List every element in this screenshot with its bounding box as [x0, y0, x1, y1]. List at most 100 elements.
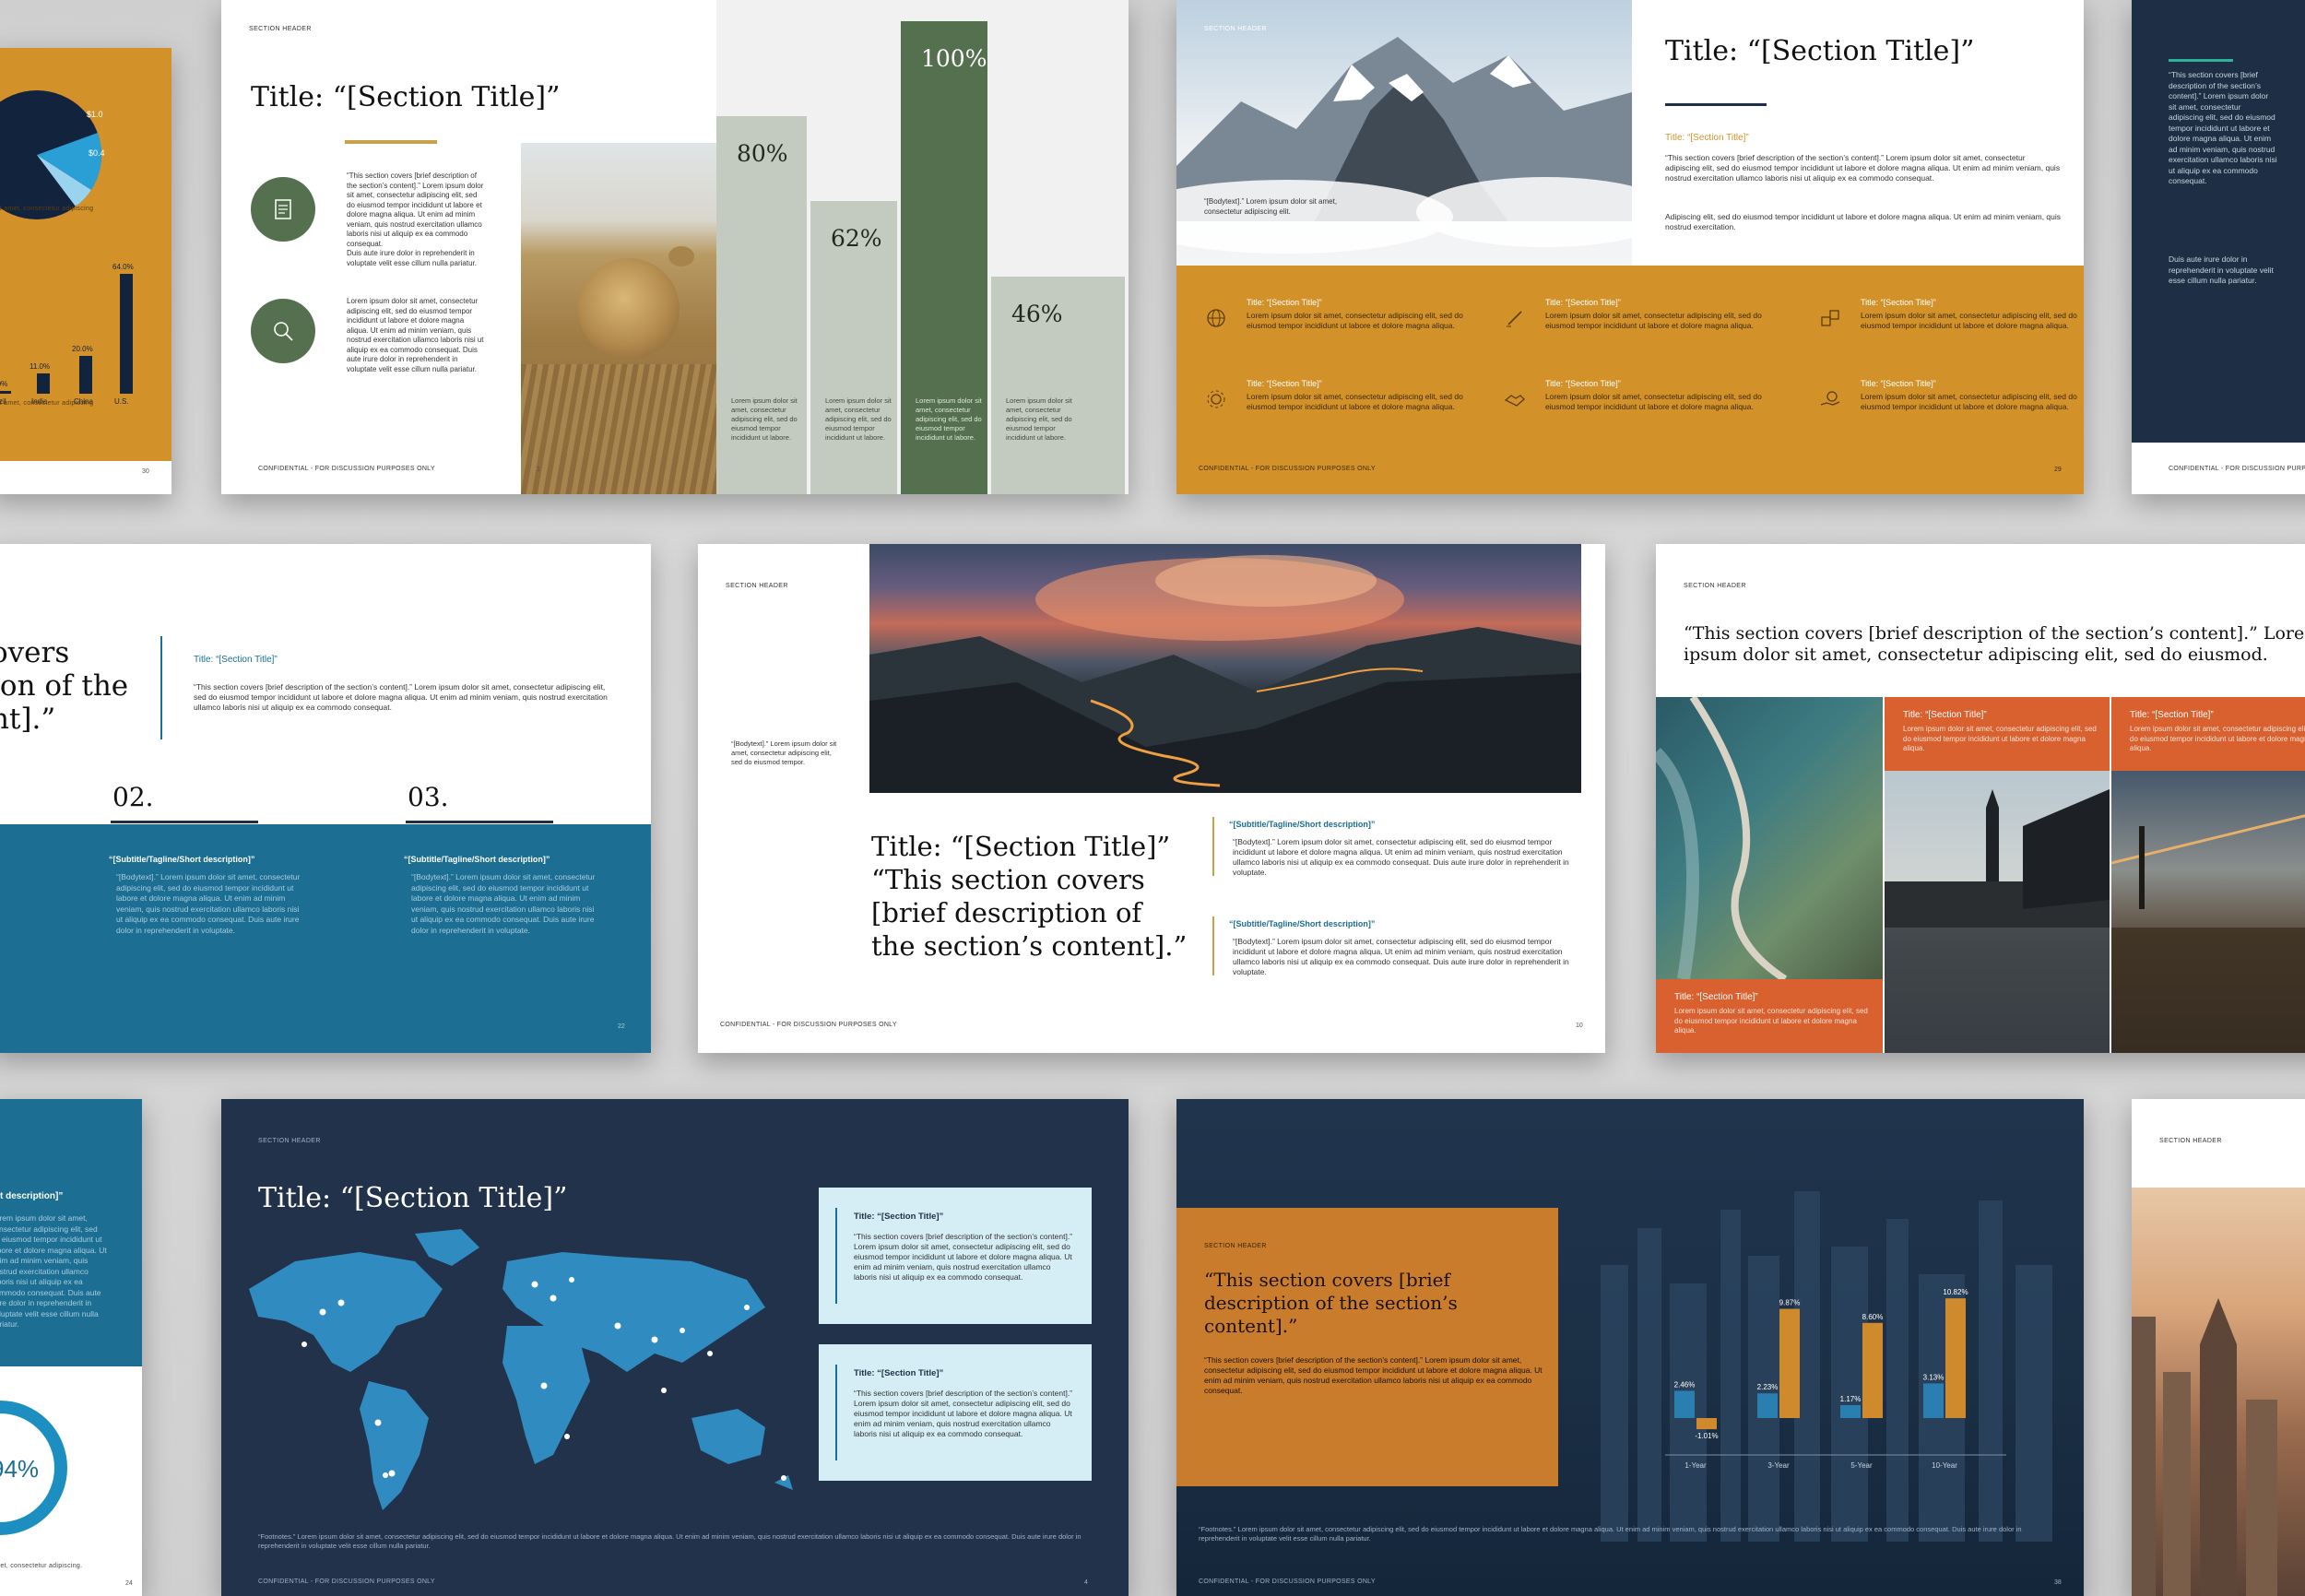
- feature-text-2: Lorem ipsum dolor sit amet, consectetur …: [347, 297, 484, 373]
- donut-percent: 94%: [0, 1455, 40, 1483]
- section-header: SECTION HEADER: [258, 1138, 321, 1144]
- slide-numbered-steps: overs ion of the nt].” Title: “[Section …: [0, 544, 651, 1053]
- bar-label-3: 64.0%: [112, 263, 134, 271]
- slide-donut-stat: ort description]” Lorem ipsum dolor sit …: [0, 1099, 142, 1596]
- column-value-label: 100%: [921, 45, 987, 72]
- column-value-label: 46%: [1011, 301, 1063, 328]
- feature-text: Lorem ipsum dolor sit amet, consectetur …: [1545, 311, 1762, 330]
- body-2: “[Bodytext].” Lorem ipsum dolor sit amet…: [1233, 937, 1569, 976]
- slide-title: Title: “[Section Title]” “This section c…: [871, 831, 1188, 962]
- bar-1: [37, 372, 50, 394]
- quote-panel: SECTION HEADER “This section covers [bri…: [1176, 1208, 1558, 1486]
- slide-city-grid: SECTION HEADER “This section covers [bri…: [1656, 544, 2305, 1053]
- section-header: SECTION HEADER: [1204, 26, 1267, 32]
- bar-value-label: 2.23%: [1757, 1383, 1779, 1391]
- page-number: 38: [2054, 1579, 2062, 1586]
- feature-title: Title: “[Section Title]”: [1545, 379, 1621, 388]
- page-number: 24: [125, 1580, 133, 1587]
- feature-text: Lorem ipsum dolor sit amet, consectetur …: [1545, 392, 1762, 411]
- bar-2: [79, 356, 92, 394]
- slide-city-sunset: SECTION HEADER: [2132, 1099, 2305, 1596]
- pie-label-2: $0.4: [89, 148, 105, 158]
- footer-confidential: CONFIDENTIAL - FOR DISCUSSION PURPOSES O…: [720, 1022, 897, 1028]
- tagline-1: “[Subtitle/Tagline/Short description]”: [1229, 820, 1376, 829]
- slide-title: Title: “[Section Title]”: [258, 1182, 568, 1214]
- accent-rule: [345, 140, 437, 144]
- slide-percentage-columns: SECTION HEADER Title: “[Section Title]” …: [221, 0, 1129, 494]
- feature-text: Lorem ipsum dolor sit amet, consectetur …: [1861, 392, 2077, 411]
- slide-navy-sidebar: “This section covers [brief description …: [2132, 0, 2305, 494]
- pie-caption: sit amet, consectetur adipiscing: [0, 206, 94, 212]
- bar-value-label: -1.01%: [1695, 1432, 1718, 1440]
- bar-3: [120, 274, 133, 394]
- page-number: 29: [2054, 467, 2062, 473]
- bar-5-Year-s0: [1840, 1404, 1861, 1418]
- tagline-2: “[Subtitle/Tagline/Short description]”: [1229, 919, 1376, 928]
- bar-1-Year-s1: [1696, 1418, 1717, 1430]
- footer-confidential: CONFIDENTIAL - FOR DISCUSSION PURPOSES O…: [258, 1578, 435, 1585]
- winding-road-photo: [869, 544, 1581, 793]
- image-caption: “[Bodytext].” Lorem ipsum dolor sit amet…: [1204, 197, 1338, 216]
- bar-value-label: 9.87%: [1779, 1299, 1801, 1307]
- returns-bar-chart: 2.46% -1.01% 1-Year 2.23% 9.87% 3-Year 1.17% 8.…: [1665, 1237, 2034, 1496]
- feature-text-1: “This section covers [brief description …: [347, 171, 484, 248]
- page-number: 4: [1084, 1579, 1088, 1586]
- feature-title: Title: “[Section Title]”: [1545, 298, 1621, 307]
- page-number: 22: [618, 1023, 625, 1030]
- step-number-03: 03.: [408, 782, 449, 812]
- slide-world-map: SECTION HEADER Title: “[Section Title]” …: [221, 1099, 1129, 1596]
- category-label: 5-Year: [1850, 1461, 1873, 1470]
- feature-title: Title: “[Section Title]”: [1247, 379, 1322, 388]
- accent-rule: [2169, 59, 2233, 62]
- card-title: Title: “[Section Title]”: [854, 1368, 944, 1378]
- bar-1-Year-s0: [1674, 1390, 1695, 1418]
- footnote: “Footnotes.” Lorem ipsum dolor sit amet,…: [258, 1532, 1082, 1550]
- accent-rule-2: [1212, 916, 1214, 975]
- step-2-text: “[Bodytext].” Lorem ipsum dolor sit amet…: [116, 872, 301, 935]
- category-label: 3-Year: [1767, 1461, 1790, 1470]
- column-text: Lorem ipsum dolor sit amet, consectetur …: [825, 396, 892, 442]
- orange-card-2: Title: “[Section Title]” Lorem ipsum dol…: [1885, 697, 2110, 771]
- step-2-tagline: “[Subtitle/Tagline/Short description]”: [109, 855, 255, 864]
- accent-rule-1: [1212, 817, 1214, 876]
- category-label: 1-Year: [1684, 1461, 1707, 1470]
- info-card-2: Title: “[Section Title]” “This section c…: [819, 1344, 1092, 1481]
- city-sunset-photo: [2132, 1188, 2305, 1596]
- card-text: “This section covers [brief description …: [854, 1232, 1073, 1282]
- column-value-label: 62%: [831, 224, 882, 252]
- bar-3-Year-s1: [1779, 1308, 1800, 1418]
- section-header: SECTION HEADER: [1204, 1243, 1267, 1249]
- returns-chart-svg: 2.46% -1.01% 1-Year 2.23% 9.87% 3-Year 1.17% 8.…: [1665, 1288, 2006, 1470]
- blue-band: [0, 824, 651, 1053]
- section-header: SECTION HEADER: [249, 26, 312, 32]
- section-header: SECTION HEADER: [1684, 583, 1746, 589]
- bar-label-0: 1.0%: [0, 380, 8, 388]
- column-text: Lorem ipsum dolor sit amet, consectetur …: [1006, 396, 1072, 442]
- money-hand-icon: [1818, 387, 1842, 411]
- page-number: 1: [537, 467, 540, 473]
- bar-caption: sit amet, consectetur adipiscing: [0, 400, 94, 407]
- handshake-icon: [1503, 387, 1527, 411]
- step-3-text: “[Bodytext].” Lorem ipsum dolor sit amet…: [411, 872, 596, 935]
- presentation-template-collage: { "lorem": { "a": "\u201cThis section co…: [0, 0, 2305, 1596]
- card-title: Title: “[Section Title]”: [854, 1212, 944, 1222]
- sidebar-text: “This section covers [brief description …: [2169, 70, 2277, 185]
- section-header: SECTION HEADER: [726, 583, 788, 589]
- slide-title: Title: “[Section Title]”: [251, 81, 561, 113]
- card-title: Title: “[Section Title]”: [1903, 710, 1987, 720]
- footer-confidential: CONFIDENTIAL - FOR DISCUSSION PURPOSES O…: [2169, 466, 2305, 472]
- feature-title: Title: “[Section Title]”: [1861, 298, 1936, 307]
- column-value-label: 80%: [737, 139, 788, 167]
- intro-text: “This section covers [brief description …: [194, 682, 608, 712]
- body-1: “[Bodytext].” Lorem ipsum dolor sit amet…: [1233, 837, 1569, 877]
- footer-confidential: CONFIDENTIAL - FOR DISCUSSION PURPOSES O…: [1199, 1578, 1376, 1585]
- slide-mountain-icons: SECTION HEADER “[Bodytext].” Lorem ipsum…: [1176, 0, 2084, 494]
- bar-value-label: 10.82%: [1943, 1288, 1968, 1296]
- footnote: “Footnotes.” Lorem ipsum dolor sit amet,…: [1199, 1525, 2022, 1543]
- percentage-column-chart: 80% Lorem ipsum dolor sit amet, consectet…: [716, 0, 1129, 494]
- feature-icon-document: [251, 177, 315, 242]
- feature-icon-search: [251, 299, 315, 363]
- pie-label-1: $1.0: [87, 110, 103, 119]
- step-3-tagline: “[Subtitle/Tagline/Short description]”: [404, 855, 550, 864]
- bar-0: [0, 391, 11, 394]
